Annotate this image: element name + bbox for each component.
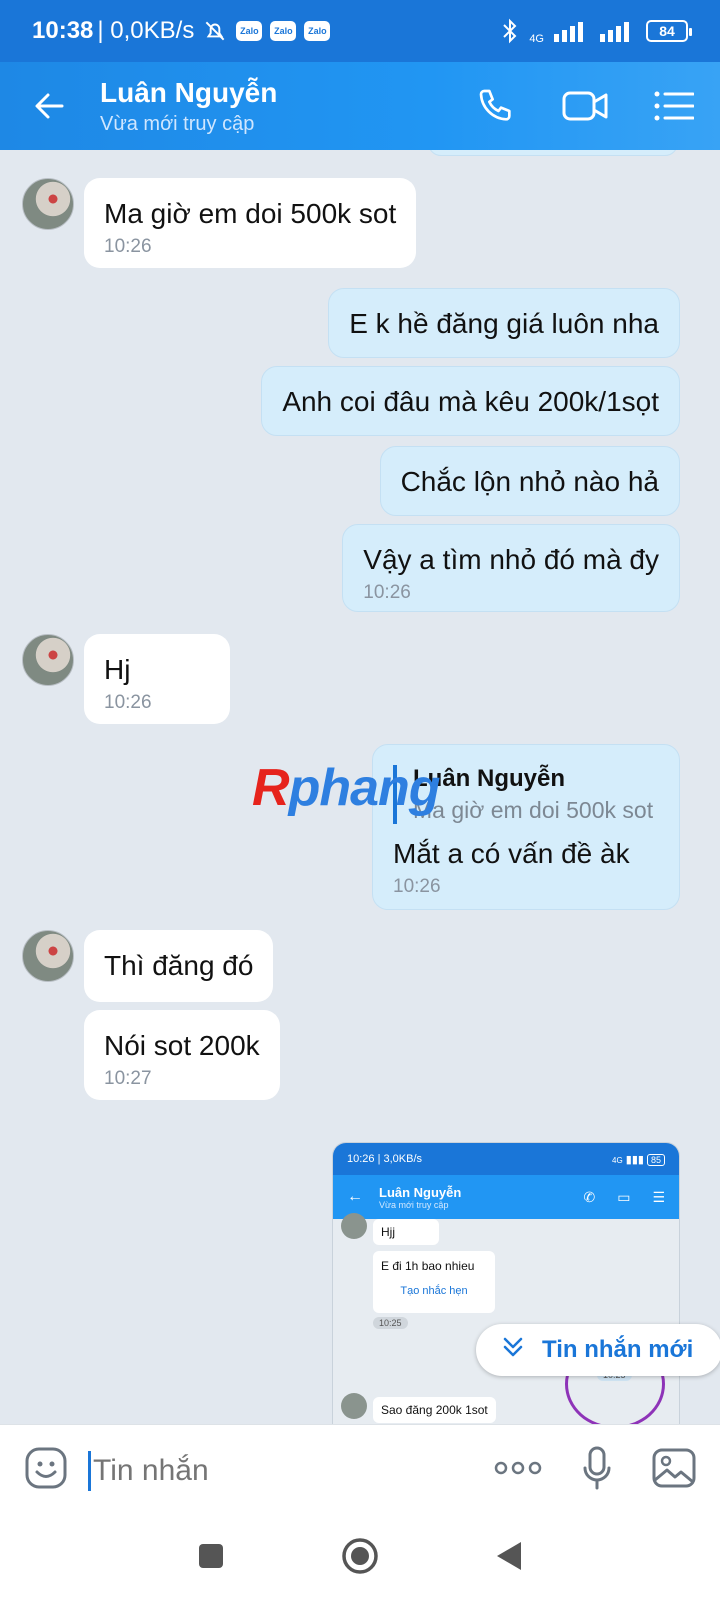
status-network-speed: | 0,0KB/s — [97, 17, 195, 44]
recent-apps-icon[interactable] — [197, 1542, 225, 1575]
chat-header: Luân Nguyễn Vừa mới truy cập — [0, 62, 720, 150]
message-bubble-incoming[interactable]: Thì đăng đó — [84, 930, 274, 1002]
message-text: Anh coi đâu mà kêu 200k/1sọt — [282, 386, 659, 417]
battery-icon: 84 — [646, 20, 692, 42]
message-bubble-outgoing[interactable]: Chắc lộn nhỏ nào hả — [379, 446, 680, 516]
avatar[interactable] — [22, 634, 74, 686]
bluetooth-icon — [503, 18, 517, 44]
message-time: 10:26 — [104, 692, 152, 713]
signal-icon — [554, 22, 583, 42]
message-text: Nói sot 200k — [104, 1030, 260, 1061]
embedded-network: 4G — [612, 1155, 623, 1165]
message-time: 10:27 — [104, 1068, 152, 1089]
video-call-icon[interactable] — [562, 88, 608, 124]
embedded-status-bar: 10:26 | 3,0KB/s 4G ▮▮▮ 85 — [333, 1143, 679, 1175]
image-icon[interactable] — [652, 1448, 696, 1493]
contact-info[interactable]: Luân Nguyễn Vừa mới truy cập — [100, 77, 277, 136]
avatar[interactable] — [22, 178, 74, 230]
text-cursor — [88, 1450, 91, 1491]
signal-icon — [600, 22, 629, 42]
more-icon[interactable] — [494, 1461, 542, 1480]
embedded-time: 10:26 | 3,0KB/s — [347, 1153, 423, 1165]
message-time: 10:26 — [104, 236, 152, 257]
message-input[interactable] — [93, 1453, 433, 1488]
quoted-text: Ma giờ em doi 500k sot — [413, 797, 654, 823]
message-text: Ma giờ em doi 500k sot — [104, 198, 397, 229]
message-bubble-incoming[interactable]: Ma giờ em doi 500k sot 10:26 — [84, 178, 417, 268]
quoted-sender: Luân Nguyễn — [413, 765, 566, 792]
message-text: Hj — [104, 654, 131, 685]
back-arrow-icon[interactable] — [0, 62, 100, 150]
embedded-time-pill: 10:25 — [373, 1317, 408, 1329]
message-time: 10:26 — [363, 582, 411, 603]
message-bubble-outgoing[interactable]: E k hề đăng giá luôn nha — [328, 288, 680, 358]
message-time: 10:26 — [393, 876, 441, 897]
message-bubble-incoming[interactable]: Nói sot 200k 10:27 — [84, 1010, 280, 1100]
embedded-contact-name: Luân Nguyễn — [379, 1184, 462, 1200]
status-bar: 10:38 | 0,0KB/s Zalo Zalo Zalo 4G 84 — [0, 0, 720, 62]
message-text: Thì đăng đó — [104, 950, 254, 981]
menu-icon[interactable] — [654, 90, 694, 122]
message-text: Vậy a tìm nhỏ đó mà đy — [363, 544, 659, 575]
phone-icon[interactable] — [476, 86, 516, 126]
composer — [0, 1424, 720, 1516]
bell-muted-icon — [205, 21, 225, 41]
message-text: Chắc lộn nhỏ nào hả — [400, 466, 659, 497]
embedded-message: Sao đăng 200k 1sot — [373, 1397, 496, 1423]
message-bubble-incoming[interactable]: Hj 10:26 — [84, 634, 230, 724]
message-text: E k hề đăng giá luôn nha — [349, 308, 659, 339]
embedded-message: Hjj — [373, 1219, 439, 1245]
microphone-icon[interactable] — [582, 1446, 612, 1495]
home-icon[interactable] — [341, 1537, 379, 1580]
zalo-notification-icon: Zalo — [236, 21, 263, 41]
chevron-down-double-icon — [502, 1336, 524, 1365]
contact-name: Luân Nguyễn — [100, 76, 278, 108]
embedded-header: ← Luân Nguyễn Vừa mới truy cập ✆ ▭ ☰ — [333, 1175, 679, 1219]
zalo-notification-icon: Zalo — [304, 21, 331, 41]
image-attachment[interactable]: 10:26 | 3,0KB/s 4G ▮▮▮ 85 ← Luân Nguyễn … — [332, 1142, 680, 1442]
embedded-message: E đi 1h bao nhieu Tạo nhắc hẹn — [373, 1251, 495, 1313]
message-text: Mắt a có vấn đề àk — [393, 838, 630, 869]
sticker-icon[interactable] — [24, 1446, 68, 1495]
status-time: 10:38 — [32, 17, 94, 44]
video-call-icon: ▭ — [617, 1188, 631, 1205]
embedded-battery: 85 — [646, 1153, 665, 1166]
avatar — [341, 1213, 367, 1239]
watermark-logo: Rphang — [252, 759, 441, 817]
embedded-contact-status: Vừa mới truy cập — [379, 1199, 449, 1210]
phone-icon: ✆ — [583, 1188, 596, 1205]
back-arrow-icon: ← — [347, 1188, 363, 1205]
new-messages-button[interactable]: Tin nhắn mới — [476, 1324, 720, 1376]
avatar[interactable] — [22, 930, 74, 982]
menu-icon: ☰ — [652, 1188, 665, 1205]
contact-status: Vừa mới truy cập — [100, 112, 255, 135]
new-messages-label: Tin nhắn mới — [542, 1336, 694, 1363]
system-navigation-bar — [0, 1516, 720, 1600]
message-bubble-outgoing[interactable]: Anh coi đâu mà kêu 200k/1sọt — [261, 366, 680, 436]
avatar — [341, 1393, 367, 1419]
zalo-notification-icon: Zalo — [270, 21, 297, 41]
message-bubble-partial — [428, 150, 678, 156]
message-bubble-outgoing[interactable]: Vậy a tìm nhỏ đó mà đy 10:26 — [342, 524, 680, 612]
network-type: 4G — [529, 33, 544, 45]
back-triangle-icon[interactable] — [495, 1540, 523, 1577]
